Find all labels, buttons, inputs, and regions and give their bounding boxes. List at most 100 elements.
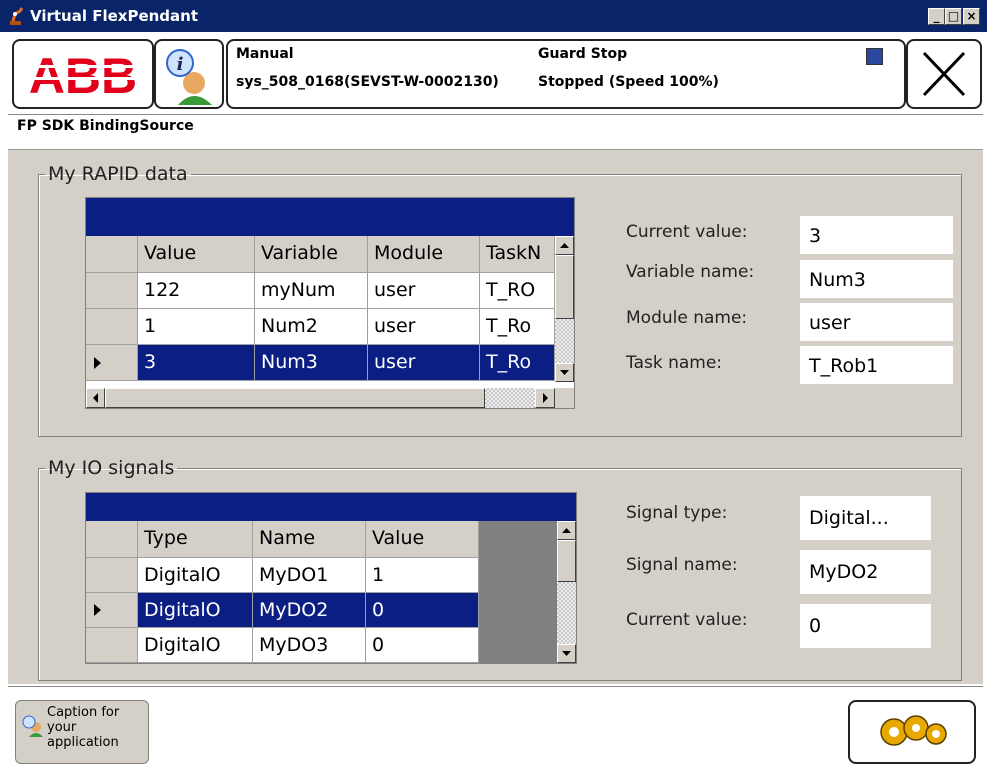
row-header[interactable]: [86, 558, 138, 593]
table-cell[interactable]: Num2: [255, 309, 368, 345]
table-cell[interactable]: MyDO2: [253, 593, 366, 628]
robot-app-icon: [10, 7, 24, 25]
vertical-scrollbar[interactable]: [555, 236, 574, 382]
scroll-thumb[interactable]: [555, 255, 574, 319]
scroll-track[interactable]: [485, 388, 535, 408]
app-title: FP SDK BindingSource: [17, 118, 194, 134]
column-header[interactable]: Value: [138, 236, 255, 273]
table-cell[interactable]: T_RO: [480, 273, 555, 309]
scroll-down-button[interactable]: [555, 363, 574, 382]
column-header[interactable]: Name: [253, 521, 366, 558]
variable-name-field[interactable]: Num3: [800, 260, 953, 298]
flexpendant-header: ABB i Manual sys_508_0168(SEVST-W-000213…: [8, 35, 983, 115]
grid-caption: [86, 493, 576, 521]
table-cell[interactable]: Num3: [255, 345, 368, 381]
row-header[interactable]: [86, 273, 138, 309]
caption-line-1: Caption for: [47, 705, 120, 720]
task-name-field[interactable]: T_Rob1: [800, 346, 953, 384]
row-header-current[interactable]: [86, 593, 138, 628]
close-icon: [922, 51, 966, 97]
abb-menu-button[interactable]: ABB: [12, 39, 154, 109]
scroll-track[interactable]: [555, 319, 574, 363]
table-cell[interactable]: MyDO3: [253, 628, 366, 663]
arrow-up-icon: [560, 243, 569, 248]
signal-type-field[interactable]: Digital...: [800, 496, 931, 540]
grid-caption: [86, 198, 574, 236]
scroll-left-button[interactable]: [86, 388, 105, 408]
quickset-settings-button[interactable]: [848, 700, 976, 764]
scroll-track[interactable]: [557, 582, 576, 644]
table-cell[interactable]: MyDO1: [253, 558, 366, 593]
table-cell[interactable]: DigitalO: [138, 628, 253, 663]
operating-mode: Manual: [236, 46, 294, 62]
column-header[interactable]: Value: [366, 521, 479, 558]
current-row-arrow-icon: [94, 357, 101, 369]
table-cell[interactable]: user: [368, 273, 480, 309]
scroll-thumb[interactable]: [105, 388, 485, 408]
minimize-button[interactable]: _: [928, 8, 945, 25]
table-cell[interactable]: 0: [366, 628, 479, 663]
table-cell[interactable]: DigitalO: [138, 593, 253, 628]
table-cell[interactable]: user: [368, 345, 480, 381]
scroll-up-button[interactable]: [557, 521, 576, 540]
row-header[interactable]: [86, 628, 138, 663]
signal-current-value-label: Current value:: [626, 610, 748, 630]
task-name-label: Task name:: [626, 353, 723, 373]
table-cell[interactable]: DigitalO: [138, 558, 253, 593]
signal-name-label: Signal name:: [626, 555, 738, 575]
table-cell[interactable]: 122: [138, 273, 255, 309]
column-header[interactable]: Module: [368, 236, 480, 273]
vertical-scrollbar[interactable]: [557, 521, 576, 663]
close-window-button[interactable]: ×: [963, 8, 980, 25]
robot-status-icon: [866, 48, 883, 65]
current-value-field[interactable]: 3: [800, 216, 953, 254]
window-title-bar[interactable]: Virtual FlexPendant _ □ ×: [0, 0, 987, 32]
quickset-button[interactable]: i: [154, 39, 224, 109]
svg-text:i: i: [177, 54, 184, 75]
column-header[interactable]: Variable: [255, 236, 368, 273]
signal-current-value-field[interactable]: 0: [800, 604, 931, 648]
rapid-group-legend: My RAPID data: [48, 163, 188, 185]
caption-line-3: application: [47, 735, 119, 750]
module-name-field[interactable]: user: [800, 303, 953, 341]
table-cell[interactable]: user: [368, 309, 480, 345]
scroll-right-button[interactable]: [535, 388, 555, 408]
variable-name-label: Variable name:: [626, 262, 755, 282]
io-signals-grid[interactable]: Type Name Value DigitalO MyDO1 1 Digital…: [85, 492, 577, 664]
current-row-arrow-icon: [94, 604, 101, 616]
row-header[interactable]: [86, 309, 138, 345]
table-cell[interactable]: T_Ro: [480, 309, 555, 345]
taskbar: Caption for your application: [8, 686, 983, 769]
table-cell[interactable]: 1: [366, 558, 479, 593]
arrow-down-icon: [562, 651, 571, 656]
table-cell[interactable]: 1: [138, 309, 255, 345]
app-caption-button[interactable]: Caption for your application: [15, 700, 149, 764]
signal-name-field[interactable]: MyDO2: [800, 550, 931, 594]
table-cell[interactable]: 0: [366, 593, 479, 628]
system-name: sys_508_0168(SEVST-W-0002130): [236, 74, 499, 90]
abb-logo: ABB: [14, 48, 152, 104]
scroll-thumb[interactable]: [557, 540, 576, 582]
table-cell[interactable]: 3: [138, 345, 255, 381]
row-header-current[interactable]: [86, 345, 138, 381]
app-people-icon: [22, 715, 43, 737]
program-status: Stopped (Speed 100%): [538, 74, 719, 90]
horizontal-scrollbar[interactable]: [86, 388, 574, 408]
table-cell[interactable]: myNum: [255, 273, 368, 309]
io-group-legend: My IO signals: [48, 457, 175, 479]
status-bar[interactable]: Manual sys_508_0168(SEVST-W-0002130) Gua…: [226, 39, 906, 109]
close-app-button[interactable]: [906, 39, 982, 109]
column-header[interactable]: TaskN: [480, 236, 555, 273]
gears-icon: [880, 715, 947, 746]
controller-state: Guard Stop: [538, 46, 628, 62]
signal-type-label: Signal type:: [626, 503, 728, 523]
table-cell[interactable]: T_Ro: [480, 345, 555, 381]
arrow-up-icon: [562, 528, 571, 533]
scroll-up-button[interactable]: [555, 236, 574, 255]
maximize-button[interactable]: □: [945, 8, 962, 25]
rapid-data-grid[interactable]: Value Variable Module TaskN 122 myNum us…: [85, 197, 575, 409]
column-header[interactable]: Type: [138, 521, 253, 558]
scroll-down-button[interactable]: [557, 644, 576, 663]
grid-corner: [86, 521, 138, 558]
svg-text:ABB: ABB: [29, 48, 137, 104]
